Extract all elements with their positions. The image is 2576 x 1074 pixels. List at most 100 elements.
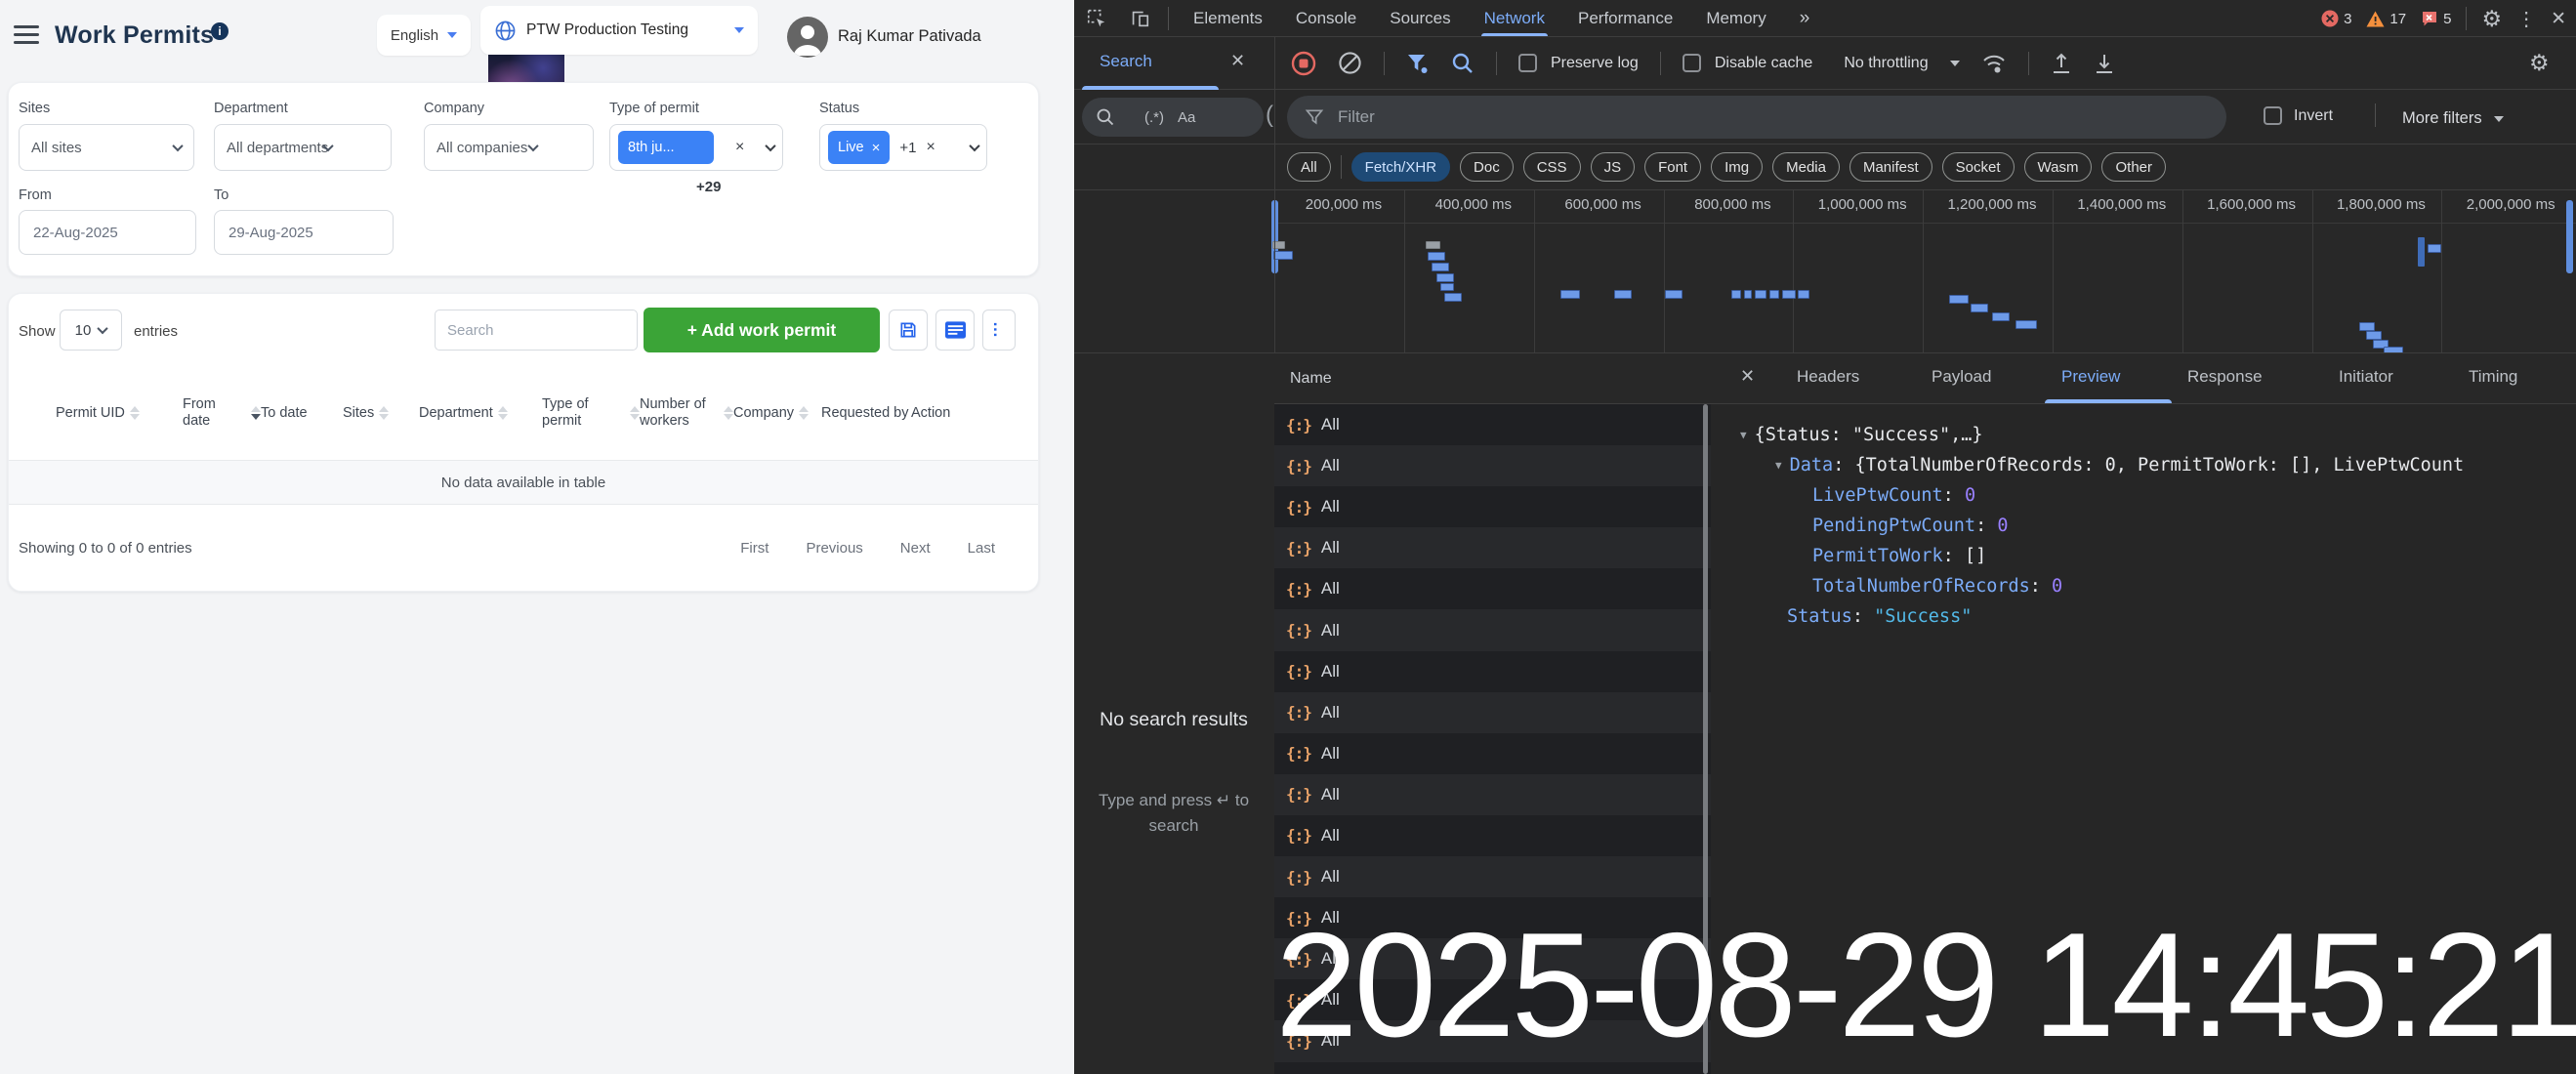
network-overview-timeline[interactable]: 200,000 ms400,000 ms600,000 ms800,000 ms… (1074, 190, 2576, 353)
search-query-input[interactable]: (.*) Aa (1082, 98, 1264, 137)
column-header[interactable]: Sites (343, 405, 419, 422)
clear-icon[interactable]: × (926, 139, 935, 156)
regex-toggle[interactable]: (.*) (1144, 109, 1164, 126)
timeline-selection-handle[interactable] (2566, 200, 2573, 273)
refresh-icon-partial[interactable]: ( (1266, 102, 1273, 129)
json-line[interactable]: ▼{Status: "Success",…} (1711, 420, 2576, 450)
more-options-button[interactable]: … (982, 310, 1016, 351)
more-tabs-button[interactable]: » (1783, 1, 1827, 36)
sort-icon[interactable] (724, 406, 733, 420)
chip-all[interactable]: All (1287, 152, 1331, 182)
pagination-previous[interactable]: Previous (806, 540, 862, 557)
close-detail-icon[interactable]: ✕ (1740, 366, 1755, 387)
chip-other[interactable]: Other (2101, 152, 2166, 182)
chip-wasm[interactable]: Wasm (2024, 152, 2093, 182)
to-date-input[interactable]: 29-Aug-2025 (214, 210, 394, 255)
kebab-menu-icon[interactable]: ⋮ (2516, 7, 2536, 31)
devtools-tab-sources[interactable]: Sources (1373, 1, 1467, 36)
pagination-next[interactable]: Next (900, 540, 931, 557)
avatar[interactable] (787, 17, 828, 58)
column-settings-button[interactable] (935, 310, 975, 351)
more-filters-button[interactable]: More filters (2402, 109, 2504, 128)
chip-doc[interactable]: Doc (1460, 152, 1514, 182)
sort-icon[interactable] (498, 406, 508, 420)
devtools-tab-memory[interactable]: Memory (1689, 1, 1782, 36)
language-dropdown[interactable]: English (377, 15, 471, 56)
hamburger-menu-icon[interactable] (14, 25, 39, 49)
match-case-toggle[interactable]: Aa (1178, 109, 1195, 126)
column-header[interactable]: Number of workers (640, 396, 733, 429)
sort-icon[interactable] (379, 406, 389, 420)
detail-tab-timing[interactable]: Timing (2469, 367, 2517, 387)
clear-icon[interactable]: × (735, 139, 744, 156)
network-filter-input[interactable]: Filter (1287, 96, 2226, 139)
pagination-last[interactable]: Last (968, 540, 995, 557)
chip-fetch-xhr[interactable]: Fetch/XHR (1351, 152, 1450, 182)
settings-gear-icon[interactable]: ⚙ (2481, 6, 2502, 32)
close-search-icon[interactable]: ✕ (1230, 51, 1245, 71)
add-work-permit-button[interactable]: + Add work permit (644, 308, 880, 352)
devtools-tab-performance[interactable]: Performance (1561, 1, 1689, 36)
column-header[interactable]: Type of permit (542, 396, 640, 429)
network-conditions-icon[interactable] (1981, 52, 2007, 75)
info-icon[interactable]: i (211, 22, 229, 40)
device-toolbar-button[interactable] (1119, 8, 1160, 29)
table-search-input[interactable] (435, 310, 638, 351)
request-row[interactable]: {:}All (1274, 774, 1711, 815)
column-header[interactable]: Company (733, 405, 821, 422)
expand-arrow-icon[interactable]: ▼ (1775, 450, 1782, 480)
site-selector-dropdown[interactable]: PTW Production Testing (480, 6, 758, 55)
status-chip[interactable]: Live × (828, 131, 890, 164)
request-row[interactable]: {:}All (1274, 815, 1711, 856)
invert-filter-checkbox[interactable] (2264, 106, 2282, 125)
devtools-tab-network[interactable]: Network (1468, 1, 1561, 36)
request-row[interactable]: {:}All (1274, 651, 1711, 692)
record-network-log-button[interactable] (1291, 51, 1316, 76)
column-header[interactable]: From date (183, 396, 261, 429)
detail-tab-headers[interactable]: Headers (1797, 367, 1859, 387)
search-network-button[interactable] (1451, 52, 1475, 75)
request-row[interactable]: {:}All (1274, 692, 1711, 733)
detail-tab-payload[interactable]: Payload (1932, 367, 1991, 387)
close-devtools-icon[interactable]: ✕ (2551, 8, 2566, 30)
preserve-log-checkbox[interactable] (1518, 54, 1537, 72)
expand-arrow-icon[interactable]: ▼ (1740, 420, 1747, 450)
request-row[interactable]: {:}All (1274, 568, 1711, 609)
export-file-button[interactable] (889, 310, 928, 351)
network-settings-gear-icon[interactable]: ⚙ (2529, 50, 2550, 76)
search-drawer-tab[interactable]: Search ✕ (1074, 37, 1274, 90)
page-size-select[interactable]: 10 (60, 310, 122, 351)
chip-remove-icon[interactable]: × (872, 140, 881, 156)
request-row[interactable]: {:}All (1274, 856, 1711, 897)
detail-tab-response[interactable]: Response (2187, 367, 2263, 387)
export-har-icon[interactable] (2094, 52, 2115, 75)
chip-js[interactable]: JS (1591, 152, 1636, 182)
request-row[interactable]: {:}All (1274, 527, 1711, 568)
devtools-tab-console[interactable]: Console (1279, 1, 1373, 36)
request-row[interactable]: {:}All (1274, 445, 1711, 486)
column-header[interactable]: Permit UID (9, 405, 183, 422)
error-count-badge[interactable]: 3 (2321, 10, 2351, 27)
warning-count-badge[interactable]: 17 (2366, 11, 2406, 27)
pagination-first[interactable]: First (740, 540, 769, 557)
company-select[interactable]: All companies (424, 124, 594, 171)
name-column-header[interactable]: Name (1274, 353, 1711, 404)
detail-tab-preview[interactable]: Preview (2061, 367, 2120, 387)
clear-network-log-button[interactable] (1338, 51, 1362, 75)
request-row[interactable]: {:}All (1274, 486, 1711, 527)
chip-font[interactable]: Font (1644, 152, 1701, 182)
column-header[interactable]: Department (419, 405, 542, 422)
type-of-permit-multiselect[interactable]: 8th ju... +29 × (609, 124, 783, 171)
filter-toggle-button[interactable] (1406, 52, 1430, 75)
department-select[interactable]: All departments (214, 124, 392, 171)
issues-count-badge[interactable]: 5 (2421, 10, 2451, 27)
json-line[interactable]: ▼Data: {TotalNumberOfRecords: 0, PermitT… (1711, 450, 2576, 480)
sort-icon[interactable] (630, 406, 640, 420)
disable-cache-checkbox[interactable] (1683, 54, 1701, 72)
chip-css[interactable]: CSS (1523, 152, 1581, 182)
sort-icon[interactable] (251, 406, 261, 420)
chip-media[interactable]: Media (1772, 152, 1840, 182)
sort-icon[interactable] (130, 406, 140, 420)
detail-tab-initiator[interactable]: Initiator (2339, 367, 2393, 387)
from-date-input[interactable]: 22-Aug-2025 (19, 210, 196, 255)
